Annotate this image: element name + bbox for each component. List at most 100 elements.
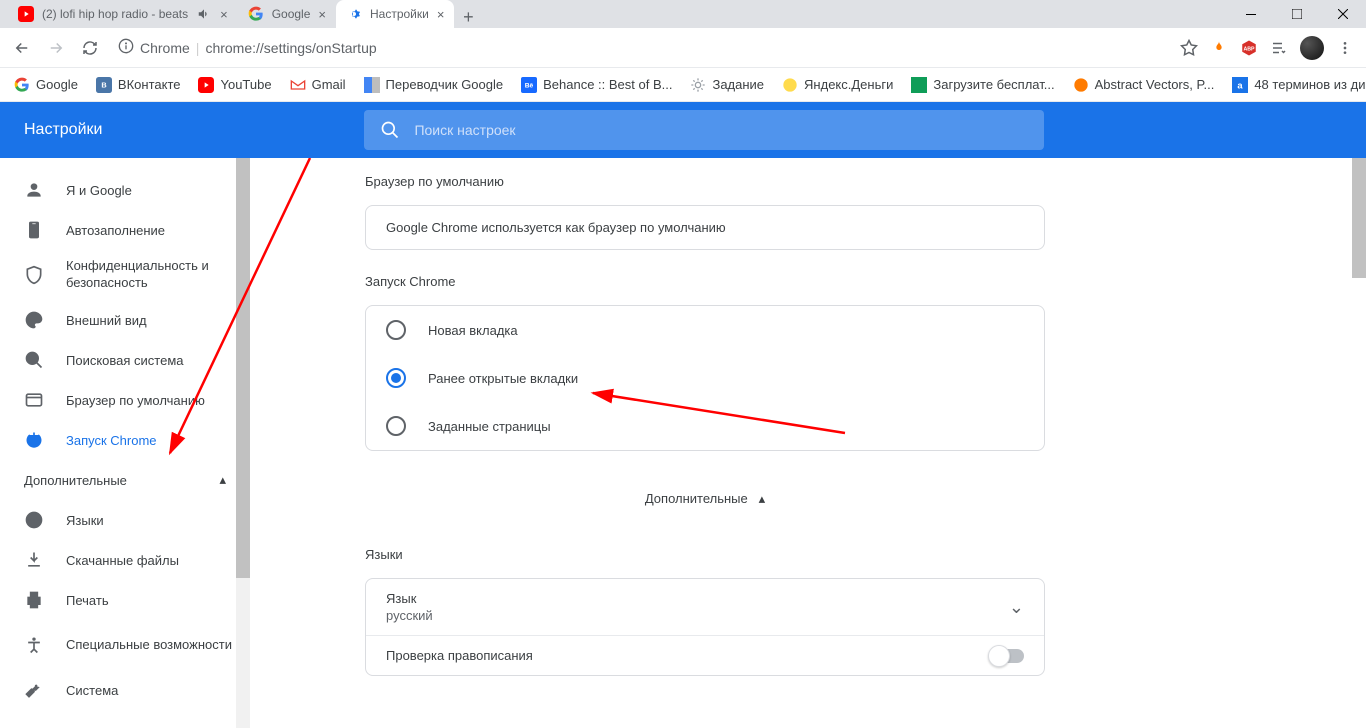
download-icon [24,550,44,570]
section-title-languages: Языки [365,547,1045,562]
sidebar-item-profile[interactable]: Я и Google [0,170,250,210]
palette-icon [24,310,44,330]
bookmark-star-icon[interactable] [1180,39,1198,57]
spellcheck-row[interactable]: Проверка правописания [366,636,1044,675]
freepik-icon [911,77,927,93]
bookmark-item[interactable]: Переводчик Google [364,77,504,93]
reload-button[interactable] [80,38,100,58]
sidebar-item-autofill[interactable]: Автозаполнение [0,210,250,250]
bookmark-item[interactable]: YouTube [198,77,271,93]
sidebar-scrollbar[interactable] [236,158,250,728]
clipboard-icon [24,220,44,240]
address-bar[interactable]: Chrome | chrome://settings/onStartup [112,33,1168,63]
browser-tab-bar: (2) lofi hip hop radio - beats × Google … [0,0,1366,28]
radio-button[interactable] [386,416,406,436]
section-title-startup: Запуск Chrome [365,274,1045,289]
close-icon[interactable]: × [318,7,326,22]
startup-option-specific[interactable]: Заданные страницы [366,402,1044,450]
main-scrollbar[interactable] [1352,158,1366,728]
page-title: Настройки [24,121,102,139]
person-icon [24,180,44,200]
sidebar-item-search[interactable]: Поисковая система [0,340,250,380]
bookmark-item[interactable]: Google [14,77,78,93]
bookmark-item[interactable]: Задание [690,77,764,93]
browser-tab[interactable]: (2) lofi hip hop radio - beats × [8,0,238,28]
sidebar-item-privacy[interactable]: Конфиденциальность и безопасность [0,250,250,300]
extension-flame-icon[interactable] [1210,39,1228,57]
google-icon [14,77,30,93]
vecteezy-icon [1073,77,1089,93]
browser-tab[interactable]: Google × [238,0,336,28]
new-tab-button[interactable]: + [454,7,482,28]
sidebar-item-default-browser[interactable]: Браузер по умолчанию [0,380,250,420]
search-icon [380,120,400,140]
forward-button[interactable] [46,38,66,58]
sidebar-item-print[interactable]: Печать [0,580,250,620]
yandex-money-icon [782,77,798,93]
back-button[interactable] [12,38,32,58]
printer-icon [24,590,44,610]
generic-icon: a [1232,77,1248,93]
reading-list-icon[interactable] [1270,39,1288,57]
site-info-icon[interactable] [118,38,134,57]
close-icon[interactable]: × [220,7,228,22]
startup-option-continue[interactable]: Ранее открытые вкладки [366,354,1044,402]
radio-button[interactable] [386,320,406,340]
bookmark-item[interactable]: Загрузите бесплат... [911,77,1054,93]
browser-icon [24,390,44,410]
chevron-up-icon: ▴ [759,491,766,506]
radio-button-checked[interactable] [386,368,406,388]
sidebar-item-languages[interactable]: Языки [0,500,250,540]
section-title-default-browser: Браузер по умолчанию [365,174,1045,189]
translate-icon [364,77,380,93]
settings-sidebar: Я и Google Автозаполнение Конфиденциальн… [0,158,250,728]
language-expand-row[interactable]: Язык русский ⌄ [366,579,1044,635]
sidebar-item-system[interactable]: Система [0,670,250,710]
address-url: chrome://settings/onStartup [205,40,376,56]
svg-text:B: B [101,80,106,89]
search-icon [24,350,44,370]
advanced-toggle[interactable]: Дополнительные ▴ [365,475,1045,523]
settings-search[interactable] [364,110,1044,150]
gmail-icon [290,77,306,93]
profile-avatar[interactable] [1300,36,1324,60]
youtube-icon [18,6,34,22]
vk-icon: B [96,77,112,93]
svg-text:a: a [1238,80,1244,90]
sidebar-item-appearance[interactable]: Внешний вид [0,300,250,340]
svg-text:Bē: Bē [525,82,534,89]
startup-option-newtab[interactable]: Новая вкладка [366,306,1044,354]
sidebar-item-downloads[interactable]: Скачанные файлы [0,540,250,580]
sidebar-section-advanced[interactable]: Дополнительные▴ [0,460,250,500]
browser-tab-active[interactable]: Настройки × [336,0,454,28]
behance-icon: Bē [521,77,537,93]
search-input[interactable] [414,122,1028,138]
tab-title: Google [272,7,311,21]
bookmark-item[interactable]: a48 терминов из ди... [1232,77,1366,93]
settings-main: Браузер по умолчанию Google Chrome испол… [250,158,1366,728]
default-browser-status: Google Chrome используется как браузер п… [366,206,1044,249]
close-icon[interactable]: × [437,7,445,22]
power-icon [24,430,44,450]
chevron-down-icon: ⌄ [1009,597,1024,618]
chevron-up-icon: ▴ [219,472,226,488]
menu-icon[interactable] [1336,39,1354,57]
close-window-button[interactable] [1320,0,1366,28]
sidebar-item-startup[interactable]: Запуск Chrome [0,420,250,460]
youtube-icon [198,77,214,93]
bookmark-item[interactable]: Abstract Vectors, P... [1073,77,1215,93]
minimize-button[interactable] [1228,0,1274,28]
bookmark-item[interactable]: Gmail [290,77,346,93]
speaker-icon [196,6,212,22]
bookmark-item[interactable]: Яндекс.Деньги [782,77,893,93]
maximize-button[interactable] [1274,0,1320,28]
sidebar-item-accessibility[interactable]: Специальные возможности [0,620,250,670]
toggle-switch[interactable] [990,649,1024,663]
gear-icon [346,6,362,22]
bookmark-item[interactable]: BēBehance :: Best of B... [521,77,672,93]
extension-abp-icon[interactable]: ABP [1240,39,1258,57]
google-icon [248,6,264,22]
bookmarks-bar: Google BВКонтакте YouTube Gmail Переводч… [0,68,1366,102]
bookmark-item[interactable]: BВКонтакте [96,77,181,93]
shield-icon [24,265,44,285]
